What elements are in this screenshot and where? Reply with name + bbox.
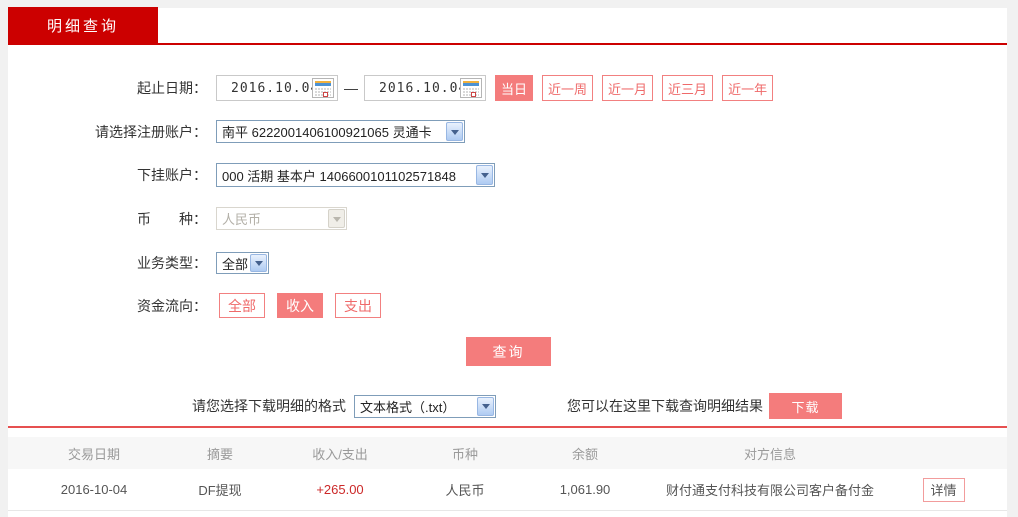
- registered-account-label: 请选择注册账户：: [95, 123, 207, 140]
- download-format-label: 请您选择下载明细的格式: [192, 398, 346, 414]
- fund-flow-income-button[interactable]: 收入: [277, 293, 323, 318]
- detail-button[interactable]: 详情: [922, 477, 965, 502]
- calendar-day-marker: [323, 92, 328, 97]
- cell-currency: 人民币: [445, 483, 485, 498]
- quick-range-week-button[interactable]: 近一周: [542, 75, 594, 101]
- linked-account-select[interactable]: 000 活期 基本户 1406600101102571848: [216, 163, 495, 187]
- date-range-row: 起止日期： 2016.10.04 — 2016.10.04 当日 近一周 近一月…: [8, 75, 774, 101]
- tab-detail-query[interactable]: 明细查询: [8, 7, 158, 43]
- cell-amount: +265.00: [316, 482, 364, 497]
- end-date-input[interactable]: 2016.10.04: [364, 75, 486, 101]
- date-separator: —: [344, 80, 358, 96]
- table-row: 2016-10-04 DF提现 +265.00 人民币 1,061.90 财付通…: [8, 469, 1007, 511]
- currency-select: 人民币: [216, 207, 347, 230]
- cell-counterparty: 财付通支付科技有限公司客户备付金: [665, 483, 874, 498]
- quick-range-quarter-button[interactable]: 近三月: [662, 75, 714, 101]
- header-summary: 摘要: [206, 446, 233, 462]
- chevron-down-icon[interactable]: [477, 396, 494, 416]
- fund-flow-expense-button[interactable]: 支出: [335, 293, 381, 318]
- fund-flow-row: 资金流向： 全部 收入 支出: [8, 293, 381, 318]
- linked-account-label: 下挂账户：: [137, 167, 207, 183]
- currency-label: 币 种：: [137, 210, 207, 227]
- fund-flow-all-button[interactable]: 全部: [219, 293, 265, 318]
- chevron-down-icon: [328, 209, 345, 228]
- end-date-value: 2016.10.04: [379, 80, 468, 96]
- calendar-icon[interactable]: [460, 78, 482, 98]
- calendar-icon[interactable]: [312, 78, 334, 98]
- quick-range-today-button[interactable]: 当日: [495, 75, 534, 101]
- download-hint: 您可以在这里下载查询明细结果: [567, 398, 763, 414]
- business-type-label: 业务类型：: [137, 255, 207, 271]
- business-type-value: 全部: [222, 256, 249, 272]
- start-date-input[interactable]: 2016.10.04: [216, 75, 338, 101]
- download-row: 请您选择下载明细的格式 文本格式（.txt） 您可以在这里下载查询明细结果 下载: [192, 393, 842, 419]
- download-button[interactable]: 下载: [769, 393, 842, 419]
- query-button[interactable]: 查询: [466, 337, 551, 366]
- start-date-value: 2016.10.04: [231, 80, 320, 96]
- cell-balance: 1,061.90: [559, 482, 611, 497]
- detail-query-page: 明细查询 起止日期： 2016.10.04 — 2016.10.04 当日 近一…: [0, 0, 1018, 517]
- registered-account-row: 请选择注册账户： 南平 6222001406100921065 灵通卡: [8, 120, 465, 143]
- download-format-select[interactable]: 文本格式（.txt）: [354, 394, 496, 418]
- quick-range-month-button[interactable]: 近一月: [602, 75, 654, 101]
- header-amount: 收入/支出: [312, 446, 368, 462]
- business-type-row: 业务类型： 全部: [8, 252, 269, 274]
- registered-account-value: 南平 6222001406100921065 灵通卡: [222, 125, 432, 140]
- registered-account-select[interactable]: 南平 6222001406100921065 灵通卡: [216, 120, 465, 143]
- header-date: 交易日期: [67, 446, 120, 462]
- table-header-row: 交易日期 摘要 收入/支出 币种 余额 对方信息: [8, 437, 1007, 469]
- business-type-select[interactable]: 全部: [216, 252, 269, 274]
- cell-date: 2016-10-04: [60, 482, 128, 497]
- fund-flow-label: 资金流向：: [137, 297, 207, 314]
- linked-account-row: 下挂账户： 000 活期 基本户 1406600101102571848: [8, 163, 495, 187]
- header-currency: 币种: [451, 446, 478, 462]
- tab-label: 明细查询: [46, 17, 119, 35]
- currency-row: 币 种： 人民币: [8, 207, 347, 230]
- table-top-divider: [8, 426, 1007, 428]
- chevron-down-icon[interactable]: [476, 165, 493, 185]
- quick-range-year-button[interactable]: 近一年: [722, 75, 774, 101]
- header-counterparty: 对方信息: [743, 446, 796, 462]
- currency-value: 人民币: [222, 212, 262, 227]
- date-range-label: 起止日期：: [137, 80, 207, 96]
- download-format-value: 文本格式（.txt）: [360, 399, 456, 415]
- chevron-down-icon[interactable]: [446, 122, 463, 141]
- cell-action: 详情: [880, 477, 1007, 502]
- linked-account-value: 000 活期 基本户 1406600101102571848: [222, 168, 456, 184]
- cell-summary: DF提现: [198, 483, 242, 498]
- tab-underline: [8, 43, 1007, 45]
- header-balance: 余额: [571, 446, 598, 462]
- chevron-down-icon[interactable]: [250, 254, 267, 272]
- calendar-day-marker: [471, 92, 476, 97]
